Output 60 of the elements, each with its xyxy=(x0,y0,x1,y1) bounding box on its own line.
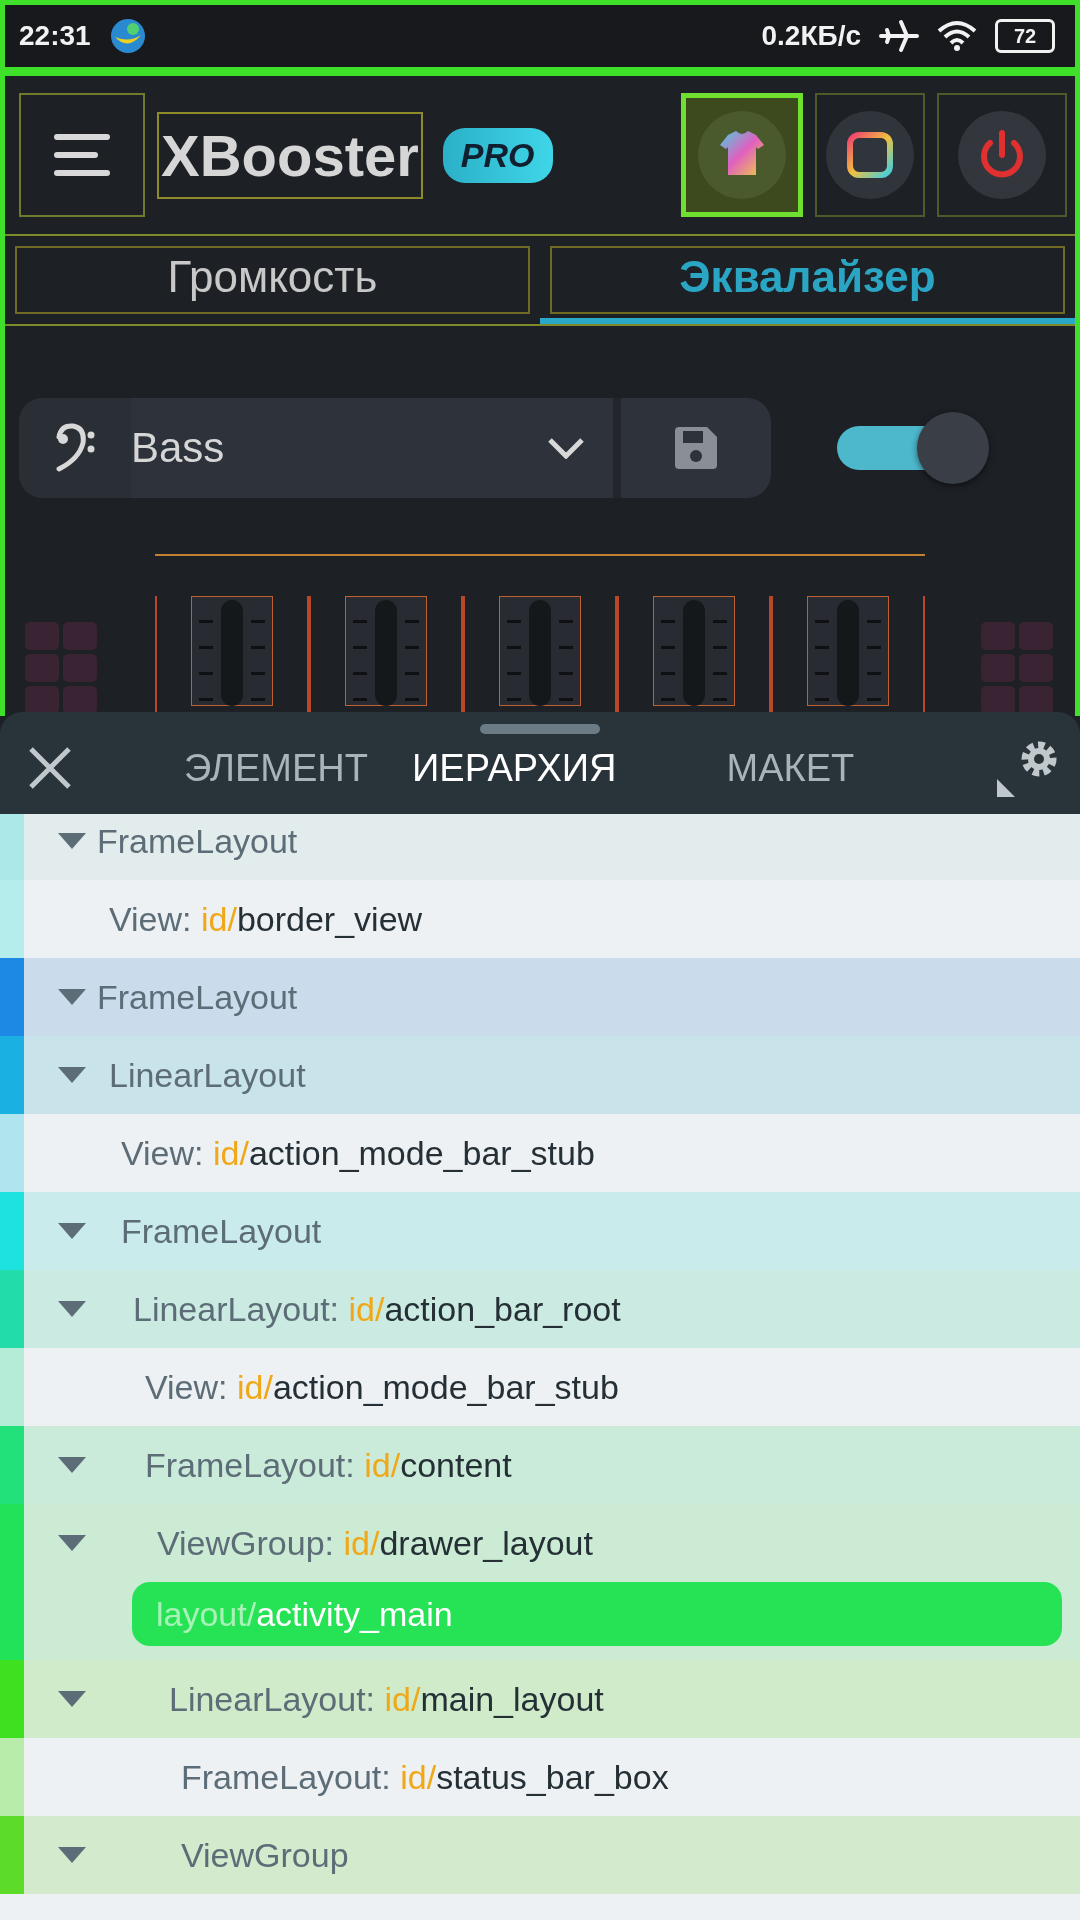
tree-row[interactable]: FrameLayout xyxy=(0,1192,1080,1270)
battery-indicator: 72 xyxy=(995,19,1055,53)
collapse-triangle-icon[interactable] xyxy=(58,1223,86,1239)
power-icon xyxy=(956,109,1048,201)
wifi-icon xyxy=(937,19,977,53)
airplane-icon xyxy=(879,18,919,54)
menu-icon xyxy=(54,132,110,178)
node-label: LinearLayout: id/action_bar_root xyxy=(133,1289,621,1329)
bass-clef-icon xyxy=(55,423,95,473)
tree-row[interactable]: ViewGroup: id/drawer_layout layout/activity_main xyxy=(0,1504,1080,1660)
tree-row[interactable]: FrameLayout xyxy=(0,814,1080,880)
tree-row[interactable]: FrameLayout: id/content xyxy=(0,1426,1080,1504)
app-title: XBooster xyxy=(157,111,423,199)
preset-dropdown[interactable]: Bass xyxy=(131,398,621,498)
node-label: FrameLayout: id/status_bar_box xyxy=(181,1757,669,1797)
collapse-triangle-icon[interactable] xyxy=(58,1301,86,1317)
collapse-triangle-icon[interactable] xyxy=(58,1457,86,1473)
inspector-tab[interactable]: ЭЛЕМЕНТ xyxy=(184,736,368,800)
collapse-triangle-icon[interactable] xyxy=(58,1691,86,1707)
network-speed: 0.2КБ/с xyxy=(761,20,861,52)
node-label: LinearLayout: id/main_layout xyxy=(169,1679,604,1719)
collapse-triangle-icon[interactable] xyxy=(58,1067,86,1083)
sheet-handle[interactable] xyxy=(480,724,600,734)
collapse-triangle-icon[interactable] xyxy=(58,1847,86,1863)
pro-badge: PRO xyxy=(442,127,553,183)
tab[interactable]: Эквалайзер xyxy=(540,236,1075,324)
bass-clef-button[interactable] xyxy=(19,398,131,498)
tree-row[interactable]: LinearLayout: id/action_bar_root xyxy=(0,1270,1080,1348)
tab[interactable]: Громкость xyxy=(5,236,540,324)
node-label: FrameLayout xyxy=(121,1211,322,1251)
inspector-tab[interactable]: ИЕРАРХИЯ xyxy=(412,736,617,800)
node-label: FrameLayout: id/content xyxy=(145,1445,512,1485)
save-icon xyxy=(673,425,719,471)
close-icon xyxy=(28,746,72,790)
node-label: View: id/border_view xyxy=(109,899,423,939)
tree-row[interactable]: LinearLayout: id/main_layout xyxy=(0,1660,1080,1738)
inspector-tab[interactable]: МАКЕТ xyxy=(726,736,855,800)
collapse-triangle-icon[interactable] xyxy=(58,989,86,1005)
collapse-triangle-icon[interactable] xyxy=(58,833,86,849)
tree-row[interactable]: FrameLayout xyxy=(0,958,1080,1036)
node-label: View: id/action_mode_bar_stub xyxy=(145,1367,619,1407)
node-label: FrameLayout xyxy=(97,977,298,1017)
frame-button[interactable] xyxy=(815,93,925,217)
node-label: View: id/action_mode_bar_stub xyxy=(121,1133,595,1173)
clock-time: 22:31 xyxy=(19,20,91,52)
collapse-triangle-icon[interactable] xyxy=(58,1535,86,1551)
node-label: FrameLayout xyxy=(97,821,298,861)
theme-button[interactable] xyxy=(681,93,803,217)
node-label: ViewGroup: id/drawer_layout xyxy=(157,1523,593,1563)
node-label: LinearLayout xyxy=(109,1055,306,1095)
app-notification-icon xyxy=(108,17,147,55)
tshirt-icon xyxy=(696,109,788,201)
power-button[interactable] xyxy=(937,93,1067,217)
tree-row[interactable]: ViewGroup xyxy=(0,1816,1080,1894)
chevron-down-icon xyxy=(547,437,585,459)
menu-button[interactable] xyxy=(19,93,145,217)
layout-tag: layout/activity_main xyxy=(132,1582,1062,1646)
tree-row[interactable]: LinearLayout xyxy=(0,1036,1080,1114)
square-frame-icon xyxy=(824,109,916,201)
node-label: ViewGroup xyxy=(181,1835,349,1875)
